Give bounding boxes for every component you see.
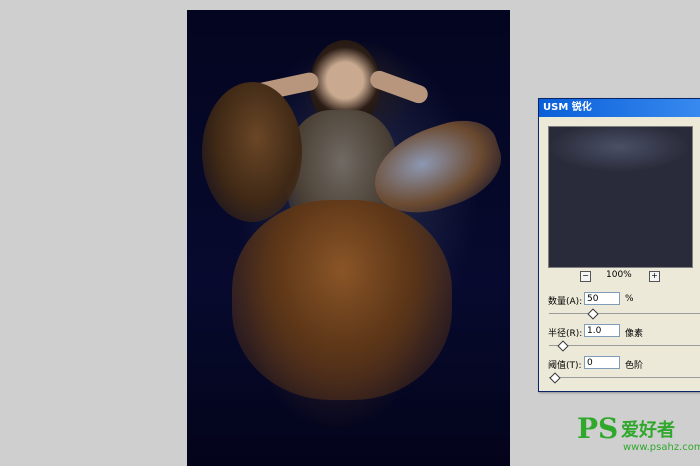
usm-sharpen-dialog: USM 锐化 − 100% + 数量(A): 50 % 半径(R): 1.0 像…	[538, 98, 700, 392]
threshold-label: 阈值(T):	[548, 361, 582, 371]
canvas-photo	[187, 10, 512, 466]
zoom-in-button[interactable]: +	[649, 271, 660, 282]
figure-skirt	[232, 200, 452, 400]
amount-unit: %	[625, 294, 634, 304]
radius-label: 半径(R):	[548, 329, 583, 339]
zoom-out-button[interactable]: −	[580, 271, 591, 282]
watermark-logo: PS	[577, 412, 619, 445]
radius-input[interactable]: 1.0	[584, 324, 620, 337]
figure-scarf-left	[202, 82, 302, 222]
amount-label: 数量(A):	[548, 297, 583, 307]
zoom-level: 100%	[606, 270, 632, 280]
radius-slider-thumb[interactable]	[556, 340, 569, 352]
radius-slider[interactable]	[549, 340, 700, 352]
watermark-brand: 爱好者	[621, 420, 675, 441]
radius-unit: 像素	[625, 329, 644, 339]
amount-slider[interactable]	[549, 308, 700, 320]
dialog-titlebar[interactable]: USM 锐化	[539, 99, 700, 117]
threshold-unit: 色阶	[625, 361, 644, 371]
preview-thumbnail[interactable]	[548, 126, 693, 268]
amount-input[interactable]: 50	[584, 292, 620, 305]
watermark-url: www.psahz.com	[623, 442, 700, 453]
threshold-input[interactable]: 0	[584, 356, 620, 369]
threshold-slider-thumb[interactable]	[549, 372, 561, 384]
amount-slider-thumb[interactable]	[586, 308, 599, 320]
site-watermark: PS 爱好者 www.psahz.com	[577, 412, 700, 462]
threshold-slider[interactable]	[549, 372, 700, 384]
